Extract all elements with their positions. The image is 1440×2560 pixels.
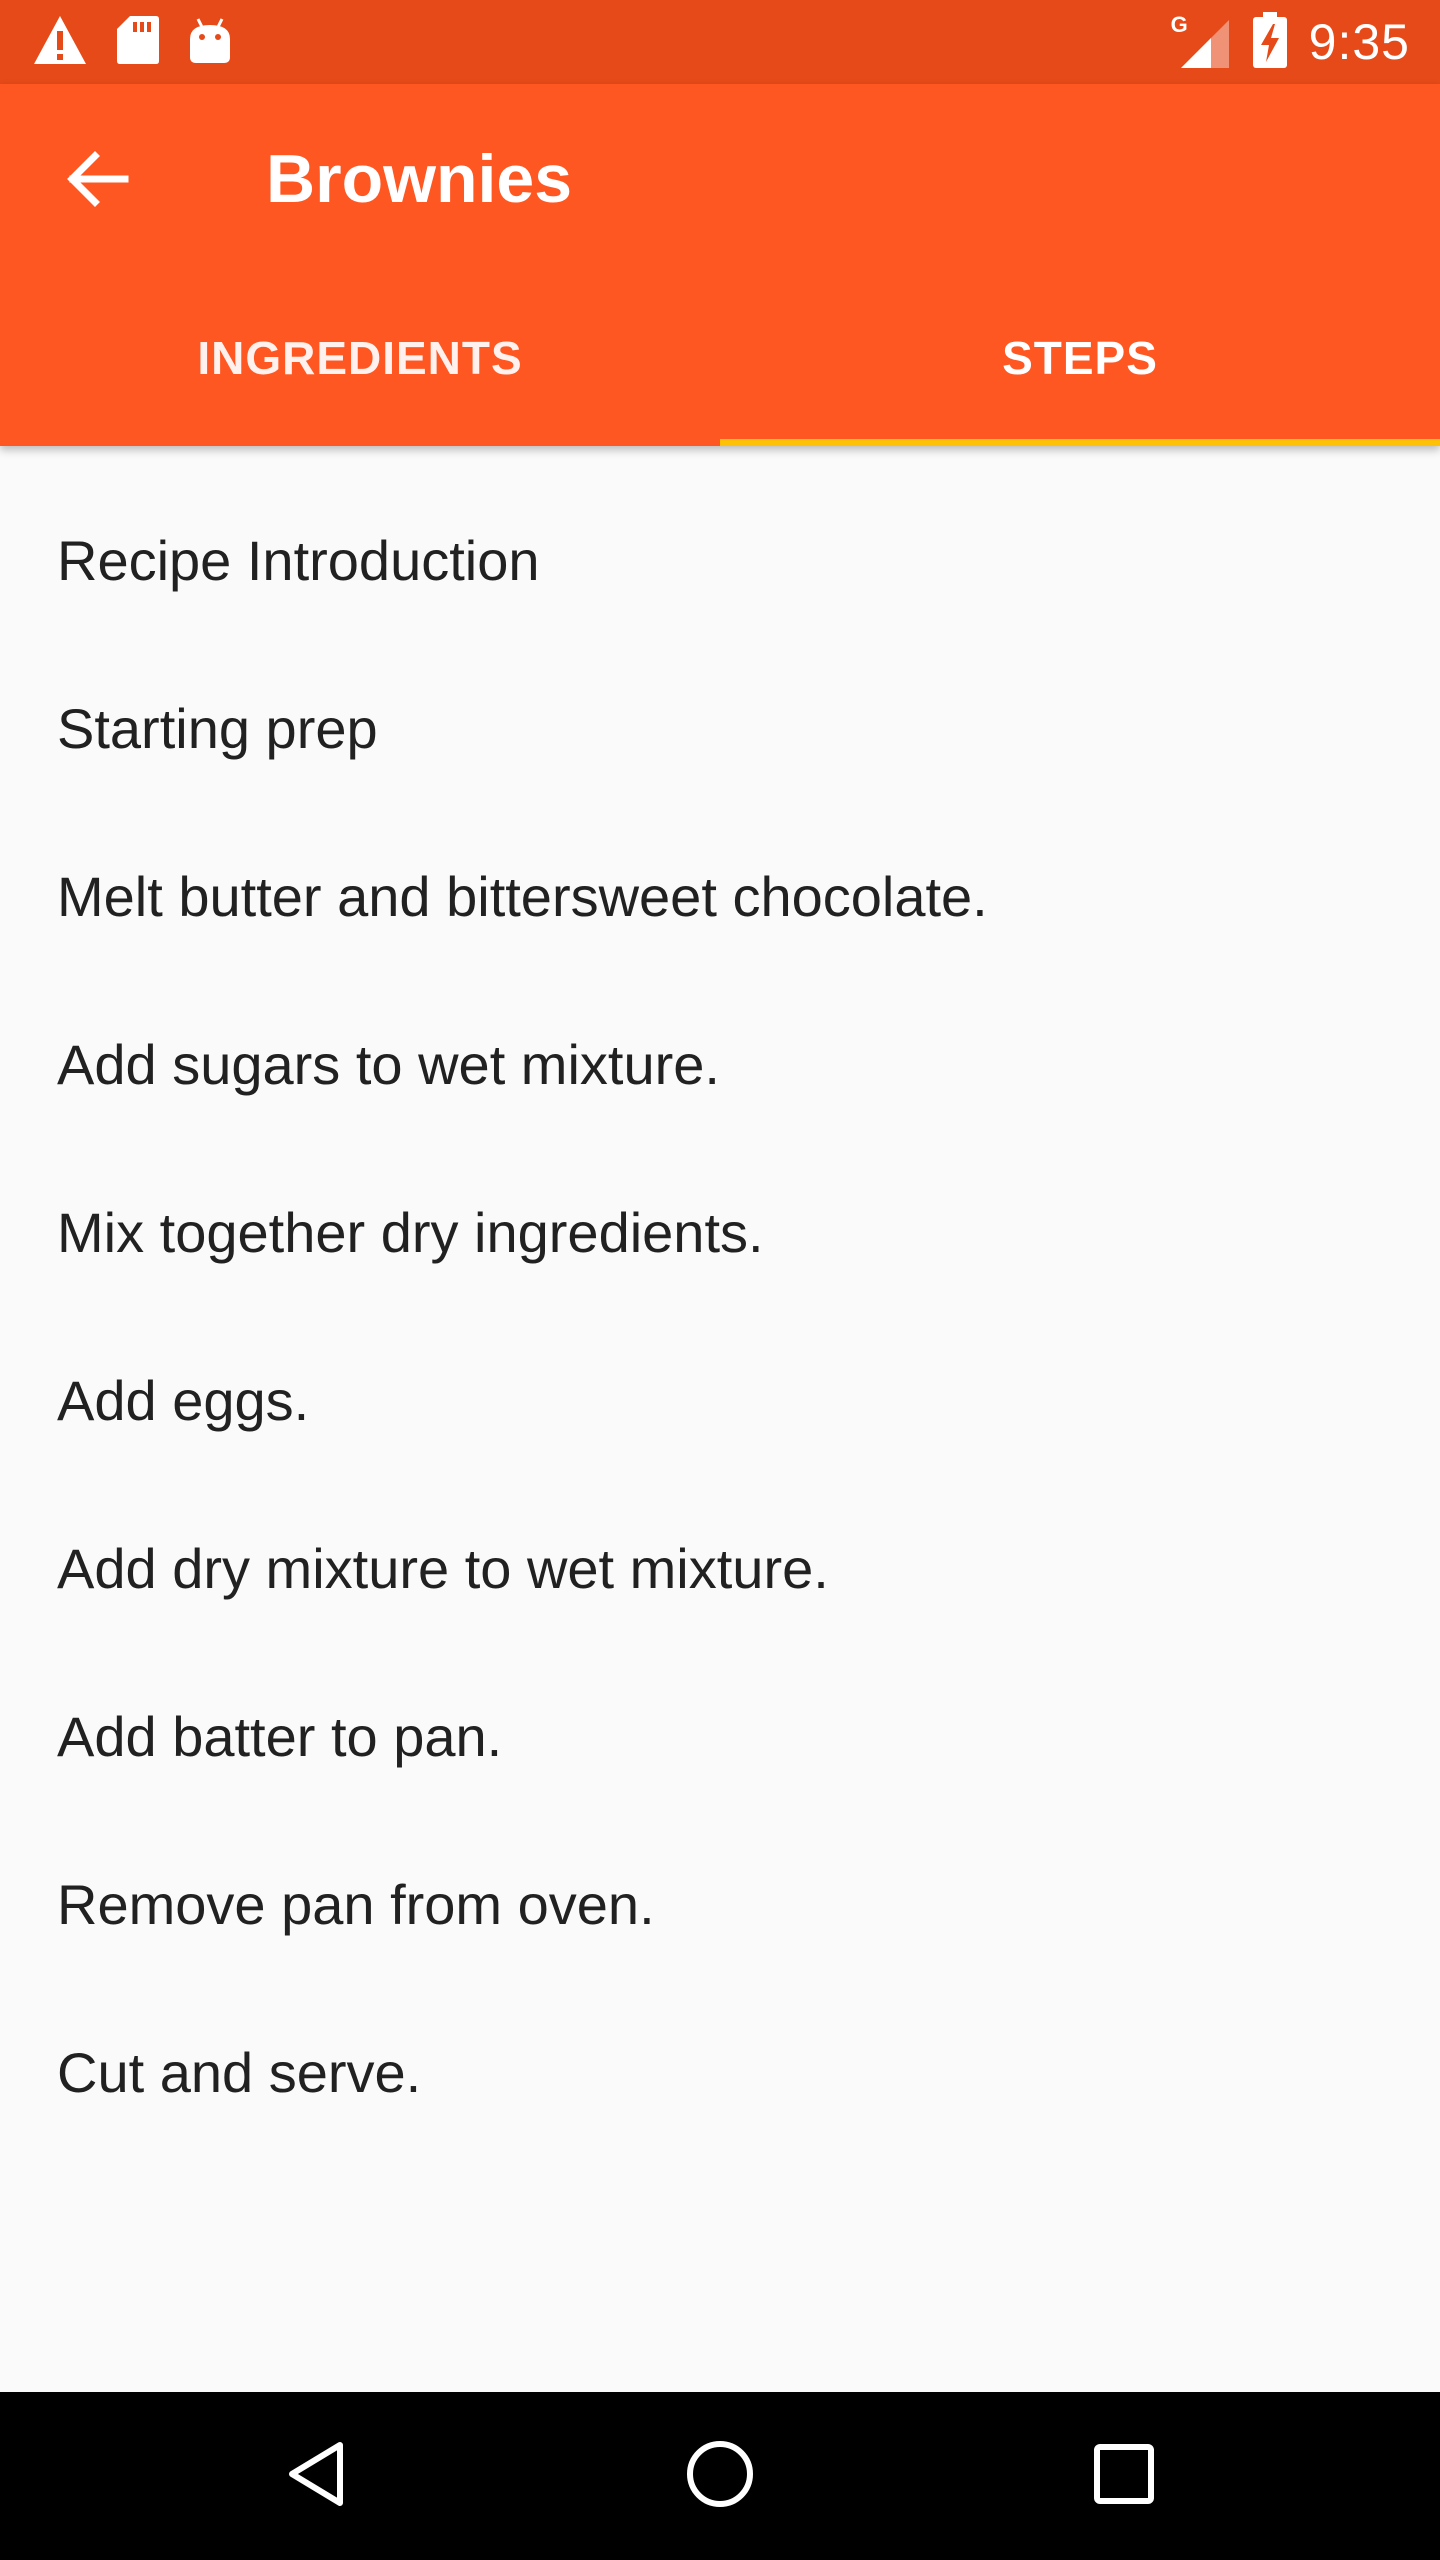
list-item[interactable]: Add sugars to wet mixture.	[0, 980, 1440, 1148]
step-label: Remove pan from oven.	[57, 1872, 655, 1936]
network-type-label: G	[1170, 12, 1188, 37]
step-label: Melt butter and bittersweet chocolate.	[57, 864, 988, 928]
tab-steps-label: STEPS	[1002, 332, 1158, 384]
page-title: Brownies	[266, 141, 573, 217]
list-item[interactable]: Melt butter and bittersweet chocolate.	[0, 812, 1440, 980]
list-item[interactable]: Starting prep	[0, 644, 1440, 812]
step-label: Recipe Introduction	[57, 528, 540, 592]
steps-list: Recipe Introduction Starting prep Melt b…	[0, 446, 1440, 2156]
nav-recents-button[interactable]	[1024, 2392, 1224, 2560]
step-label: Add batter to pan.	[57, 1704, 503, 1768]
android-icon	[188, 15, 232, 70]
tab-ingredients[interactable]: INGREDIENTS	[0, 294, 720, 446]
step-label: Add dry mixture to wet mixture.	[57, 1536, 829, 1600]
signal-icon: G	[1171, 12, 1231, 70]
list-item[interactable]: Add eggs.	[0, 1316, 1440, 1484]
app-bar: Brownies INGREDIENTS STEPS	[0, 84, 1440, 446]
list-item[interactable]: Remove pan from oven.	[0, 1820, 1440, 1988]
step-label: Mix together dry ingredients.	[57, 1200, 764, 1264]
battery-charging-icon	[1252, 11, 1287, 73]
recents-square-icon	[1093, 2443, 1155, 2510]
status-notification-icons	[32, 14, 260, 71]
tab-steps[interactable]: STEPS	[720, 294, 1440, 446]
step-label: Add eggs.	[57, 1368, 310, 1432]
list-item[interactable]: Add dry mixture to wet mixture.	[0, 1484, 1440, 1652]
status-time: 9:35	[1308, 14, 1410, 70]
step-label: Add sugars to wet mixture.	[57, 1032, 720, 1096]
list-item[interactable]: Mix together dry ingredients.	[0, 1148, 1440, 1316]
list-item[interactable]: Cut and serve.	[0, 1988, 1440, 2156]
list-item[interactable]: Recipe Introduction	[0, 476, 1440, 644]
navigation-bar	[0, 2392, 1440, 2560]
sd-card-icon	[116, 14, 160, 71]
nav-back-button[interactable]	[216, 2392, 416, 2560]
tab-selected-indicator	[720, 439, 1440, 446]
arrow-back-icon	[65, 150, 129, 212]
list-item[interactable]: Add batter to pan.	[0, 1652, 1440, 1820]
status-bar: G 9:35	[0, 0, 1440, 84]
tab-bar: INGREDIENTS STEPS	[0, 294, 1440, 446]
tab-ingredients-label: INGREDIENTS	[197, 332, 523, 384]
home-circle-icon	[685, 2439, 755, 2514]
warning-icon	[32, 14, 88, 71]
step-label: Starting prep	[57, 696, 378, 760]
back-triangle-icon	[286, 2440, 346, 2513]
step-label: Cut and serve.	[57, 2040, 422, 2104]
nav-home-button[interactable]	[620, 2392, 820, 2560]
status-system-icons: G 9:35	[1171, 0, 1410, 84]
back-button[interactable]	[42, 126, 152, 236]
